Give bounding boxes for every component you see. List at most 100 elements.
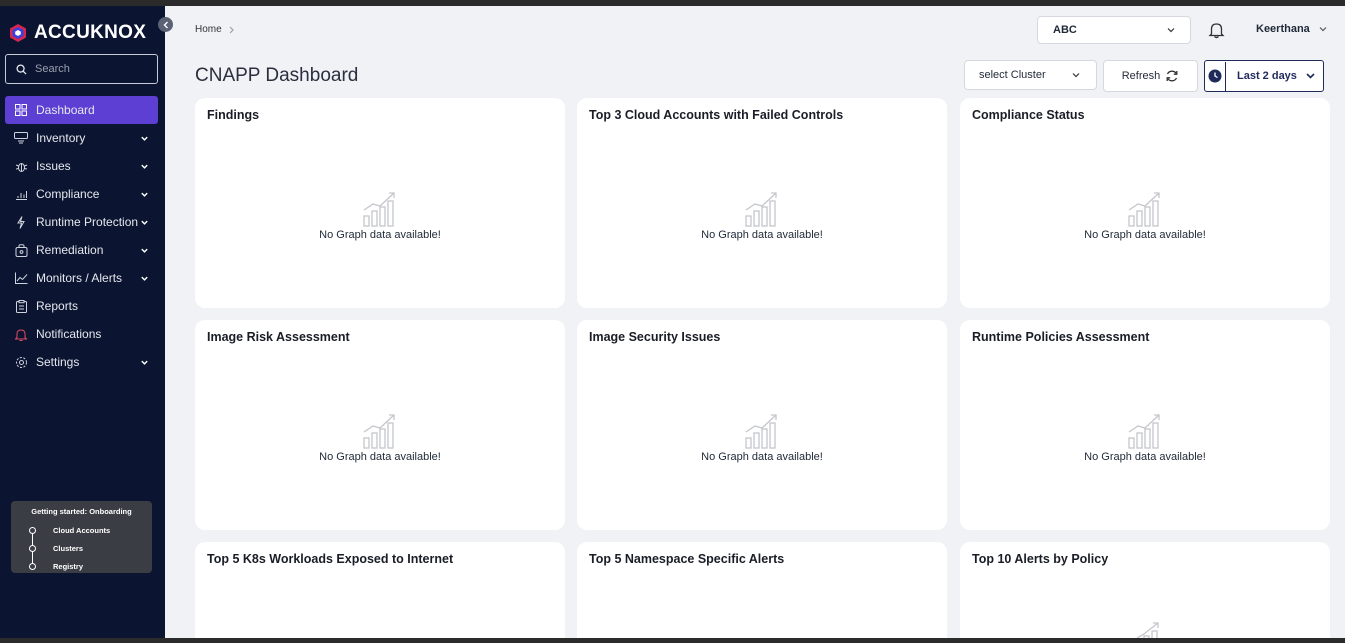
sidebar-item-notifications[interactable]: Notifications xyxy=(5,320,158,348)
clock-icon xyxy=(1205,61,1226,91)
empty-state: No Graph data available! xyxy=(960,190,1330,241)
date-range-value: Last 2 days xyxy=(1237,70,1297,82)
chevron-right-icon xyxy=(229,26,234,33)
sidebar-item-runtime-protection[interactable]: Runtime Protection xyxy=(5,208,158,236)
card-title: Findings xyxy=(207,108,260,122)
breadcrumb-home[interactable]: Home xyxy=(195,24,222,35)
card-findings: Findings No Graph data available! xyxy=(195,98,565,308)
sidebar-item-compliance[interactable]: Compliance xyxy=(5,180,158,208)
brand-logo[interactable]: ACCUKNOX xyxy=(8,22,146,44)
empty-state-text: No Graph data available! xyxy=(1084,451,1206,463)
refresh-label: Refresh xyxy=(1121,70,1161,82)
bag-icon xyxy=(14,243,28,257)
card-top-namespace-alerts: Top 5 Namespace Specific Alerts xyxy=(577,542,947,638)
brand-name: ACCUKNOX xyxy=(34,22,147,43)
empty-chart-icon xyxy=(363,192,395,227)
sidebar-item-issues[interactable]: Issues xyxy=(5,152,158,180)
bug-icon xyxy=(14,159,28,173)
chevron-down-icon xyxy=(1306,73,1315,79)
empty-state-text: No Graph data available! xyxy=(1084,229,1206,241)
empty-chart-icon xyxy=(745,192,777,227)
chevron-down-icon xyxy=(141,220,148,225)
empty-state: No Graph data available! xyxy=(577,412,947,463)
page-title: CNAPP Dashboard xyxy=(195,65,359,86)
sidebar-item-remediation[interactable]: Remediation xyxy=(5,236,158,264)
organization-select[interactable]: ABC xyxy=(1037,16,1191,44)
line-chart-icon xyxy=(14,271,28,285)
empty-chart-icon xyxy=(1128,414,1160,449)
cluster-select-value: select Cluster xyxy=(979,69,1046,81)
clipboard-icon xyxy=(14,299,28,313)
empty-chart-icon xyxy=(745,414,777,449)
card-title: Image Risk Assessment xyxy=(207,330,350,344)
chevron-down-icon xyxy=(141,192,148,197)
sidebar-item-settings[interactable]: Settings xyxy=(5,348,158,376)
gear-icon xyxy=(14,355,28,369)
onboarding-step-cloud-accounts[interactable]: Cloud Accounts xyxy=(29,521,110,539)
card-top-alerts-by-policy: Top 10 Alerts by Policy xyxy=(960,542,1330,638)
sidebar: ACCUKNOX Search Dashboard Inventory Issu… xyxy=(0,6,165,638)
card-runtime-policies-assessment: Runtime Policies Assessment No Graph dat… xyxy=(960,320,1330,530)
chevron-down-icon xyxy=(1167,28,1175,33)
sidebar-item-label: Settings xyxy=(36,355,80,369)
lightning-icon xyxy=(14,215,28,229)
onboarding-step-registry[interactable]: Registry xyxy=(29,557,110,575)
sidebar-item-label: Notifications xyxy=(36,327,102,341)
sidebar-item-dashboard[interactable]: Dashboard xyxy=(5,96,158,124)
chevron-down-icon xyxy=(141,248,148,253)
empty-state-text: No Graph data available! xyxy=(701,451,823,463)
organization-select-value: ABC xyxy=(1053,24,1077,36)
card-top-cloud-accounts-failed-controls: Top 3 Cloud Accounts with Failed Control… xyxy=(577,98,947,308)
breadcrumb: Home xyxy=(195,24,235,35)
bar-chart-icon xyxy=(14,187,28,201)
step-label: Cloud Accounts xyxy=(53,525,111,535)
chevron-down-icon xyxy=(141,164,148,169)
sidebar-item-label: Runtime Protection xyxy=(36,215,139,229)
onboarding-step-clusters[interactable]: Clusters xyxy=(29,539,110,557)
refresh-icon xyxy=(1166,70,1178,82)
empty-state-text: No Graph data available! xyxy=(319,451,441,463)
sidebar-collapse-button[interactable] xyxy=(158,17,173,32)
card-image-risk-assessment: Image Risk Assessment No Graph data avai… xyxy=(195,320,565,530)
date-range-select[interactable]: Last 2 days xyxy=(1204,60,1324,92)
card-title: Image Security Issues xyxy=(589,330,721,344)
sidebar-item-inventory[interactable]: Inventory xyxy=(5,124,158,152)
sidebar-nav: Dashboard Inventory Issues Compliance Ru… xyxy=(5,96,158,376)
cluster-select[interactable]: select Cluster xyxy=(964,60,1097,90)
card-title: Top 5 Namespace Specific Alerts xyxy=(589,552,785,566)
card-title: Compliance Status xyxy=(972,108,1085,122)
empty-state: No Graph data available! xyxy=(195,412,565,463)
chevron-down-icon xyxy=(141,360,148,365)
card-title: Top 3 Cloud Accounts with Failed Control… xyxy=(589,108,844,122)
sidebar-item-monitors-alerts[interactable]: Monitors / Alerts xyxy=(5,264,158,292)
empty-chart-icon xyxy=(1136,622,1159,638)
sidebar-item-label: Remediation xyxy=(36,243,104,257)
onboarding-panel[interactable]: Getting started: Onboarding Cloud Accoun… xyxy=(11,501,152,573)
sidebar-search[interactable]: Search xyxy=(5,54,158,84)
refresh-button[interactable]: Refresh xyxy=(1103,60,1198,92)
card-title: Top 5 K8s Workloads Exposed to Internet xyxy=(207,552,454,566)
empty-chart-icon xyxy=(1128,192,1160,227)
search-icon xyxy=(16,63,27,75)
sidebar-item-label: Compliance xyxy=(36,187,100,201)
notification-bell-icon[interactable] xyxy=(1208,21,1225,39)
sidebar-item-reports[interactable]: Reports xyxy=(5,292,158,320)
step-label: Registry xyxy=(53,561,84,571)
onboarding-steps: Cloud Accounts Clusters Registry xyxy=(29,521,110,575)
step-label: Clusters xyxy=(53,543,84,553)
chevron-down-icon xyxy=(1319,27,1327,32)
empty-state: No Graph data available! xyxy=(195,190,565,241)
user-name: Keerthana xyxy=(1256,23,1310,35)
chevron-down-icon xyxy=(1072,73,1080,78)
user-menu[interactable]: Keerthana xyxy=(1256,23,1328,35)
inventory-icon xyxy=(14,131,28,145)
bell-icon xyxy=(14,327,28,341)
onboarding-title: Getting started: Onboarding xyxy=(31,507,132,516)
empty-state: No Graph data available! xyxy=(577,190,947,241)
window-bottom-edge xyxy=(0,638,1345,643)
empty-state: No Graph data available! xyxy=(960,412,1330,463)
search-placeholder: Search xyxy=(35,63,70,75)
card-title: Top 10 Alerts by Policy xyxy=(972,552,1109,566)
card-title: Runtime Policies Assessment xyxy=(972,330,1150,344)
chevron-left-icon xyxy=(163,21,168,28)
